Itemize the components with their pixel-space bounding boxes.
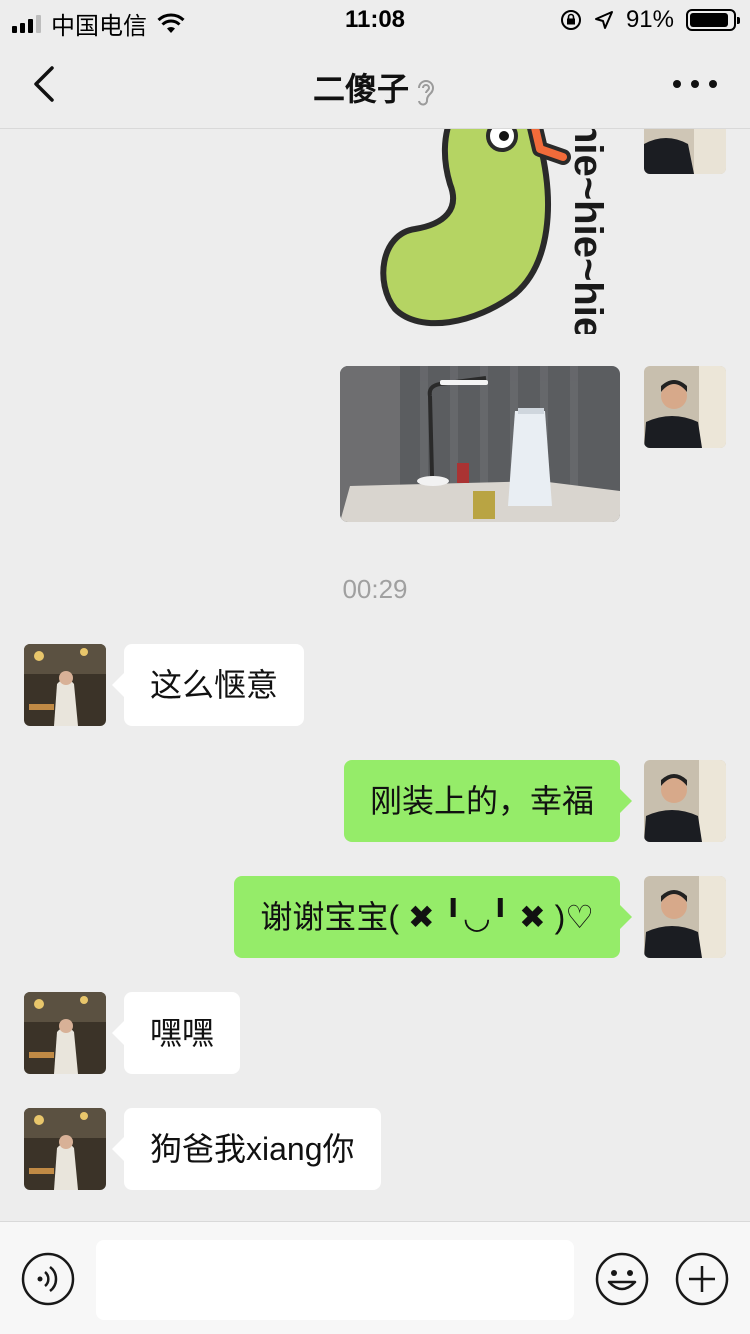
message-timestamp: 00:29 xyxy=(342,574,408,604)
location-arrow-icon xyxy=(594,11,613,29)
my-avatar[interactable] xyxy=(644,876,726,958)
message-input[interactable] xyxy=(96,1240,574,1320)
contact-avatar[interactable] xyxy=(24,992,106,1074)
outgoing-message[interactable]: 刚装上的，幸福 xyxy=(343,760,633,842)
outgoing-message[interactable]: 谢谢宝宝( ✖ ╹◡╹ ✖ )♡ xyxy=(234,876,632,958)
chat-title: 二傻子 xyxy=(0,64,750,110)
status-bar: 中国电信 11:08 91% xyxy=(0,0,750,42)
rotation-lock-icon xyxy=(560,10,581,30)
input-bar xyxy=(0,1221,750,1334)
my-avatar[interactable] xyxy=(644,366,726,448)
contact-avatar[interactable] xyxy=(24,644,106,726)
contact-avatar[interactable] xyxy=(24,1108,106,1190)
battery-icon xyxy=(686,9,740,31)
ear-icon xyxy=(418,79,435,106)
sticker-message[interactable]: hie~hie~hie xyxy=(375,129,605,334)
my-avatar[interactable] xyxy=(644,760,726,842)
my-avatar[interactable] xyxy=(644,129,726,174)
emoji-icon[interactable] xyxy=(595,1252,649,1306)
status-right: 91% xyxy=(560,6,740,34)
voice-input-icon[interactable] xyxy=(21,1252,75,1306)
plus-circle-icon[interactable] xyxy=(675,1252,729,1306)
incoming-message[interactable]: 这么惬意 xyxy=(111,644,305,726)
photo-message[interactable] xyxy=(340,366,620,522)
battery-percent: 91% xyxy=(625,6,674,33)
incoming-message[interactable]: 嘿嘿 xyxy=(111,992,241,1074)
sticker-text: hie~hie~hie xyxy=(566,129,605,334)
chat-header: 二傻子 xyxy=(0,42,750,129)
chat-area[interactable]: hie~hie~hie 00:29 这么惬意 刚装上的，幸福 谢谢宝宝(✖ ╹… xyxy=(0,129,750,1221)
more-options-icon[interactable] xyxy=(670,72,720,96)
incoming-message[interactable]: 狗爸我xiang你 xyxy=(112,1108,381,1190)
contact-name: 二傻子 xyxy=(312,71,409,107)
